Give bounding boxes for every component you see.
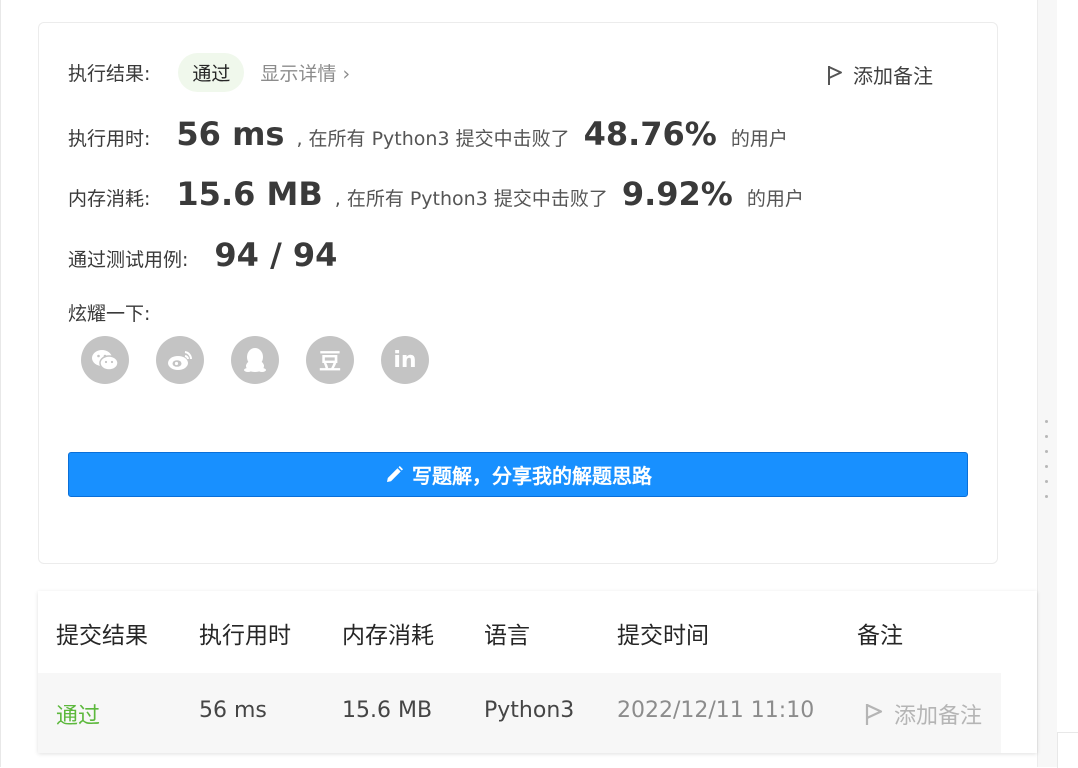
runtime-row: 执行用时: 56 ms , 在所有 Python3 提交中击败了 48.76% … [68, 115, 788, 153]
show-details-link[interactable]: 显示详情 › [260, 59, 350, 86]
testcases-label: 通过测试用例: [68, 249, 189, 271]
runtime-percent: 48.76% [583, 115, 717, 153]
flag-icon [828, 65, 842, 85]
status-badge: 通过 [178, 53, 245, 92]
table-header: 提交结果 执行用时 内存消耗 语言 提交时间 备注 [38, 591, 1037, 673]
row-time: 2022/12/11 11:10 [617, 698, 815, 723]
memory-percent: 9.92% [621, 175, 733, 213]
linkedin-icon[interactable]: in [381, 336, 429, 384]
flag-icon [865, 704, 883, 725]
memory-label: 内存消耗: [68, 188, 151, 210]
row-runtime: 56 ms [199, 698, 267, 723]
memory-value: 15.6 MB [176, 175, 323, 213]
share-label: 炫耀一下: [68, 303, 151, 325]
resize-handle[interactable] [1044, 420, 1050, 506]
chevron-right-icon: › [342, 63, 351, 85]
result-label: 执行结果: [68, 63, 151, 85]
share-buttons: 豆 in [81, 336, 429, 384]
runtime-label: 执行用时: [68, 128, 151, 150]
header-note: 备注 [857, 623, 903, 649]
qq-icon[interactable] [231, 336, 279, 384]
write-solution-label: 写题解，分享我的解题思路 [412, 464, 652, 488]
submission-table: 提交结果 执行用时 内存消耗 语言 提交时间 备注 通过 56 ms 15.6 … [38, 591, 1037, 753]
memory-row: 内存消耗: 15.6 MB , 在所有 Python3 提交中击败了 9.92%… [68, 175, 804, 213]
add-note-label: 添加备注 [853, 64, 933, 88]
linkedin-glyph: in [393, 347, 417, 373]
row-memory: 15.6 MB [342, 698, 433, 723]
testcases-value: 94 / 94 [214, 236, 338, 274]
runtime-beat-text: , 在所有 Python3 提交中击败了 [296, 128, 570, 150]
row-status-link[interactable]: 通过 [56, 698, 100, 730]
runtime-suffix: 的用户 [730, 128, 788, 150]
pencil-icon [387, 465, 403, 482]
memory-beat-text: , 在所有 Python3 提交中击败了 [334, 188, 608, 210]
add-note-button[interactable]: 添加备注 [826, 60, 933, 89]
testcases-row: 通过测试用例: 94 / 94 [68, 236, 337, 274]
write-solution-button[interactable]: 写题解，分享我的解题思路 [68, 452, 968, 497]
share-label-row: 炫耀一下: [68, 299, 150, 326]
douban-glyph: 豆 [318, 350, 341, 375]
header-status: 提交结果 [56, 623, 148, 649]
right-panel-corner [1057, 732, 1078, 768]
result-card: 执行结果: 通过 显示详情 › 添加备注 执行用时: 56 ms , 在所有 P… [38, 22, 998, 564]
wechat-icon[interactable] [81, 336, 129, 384]
memory-suffix: 的用户 [746, 188, 804, 210]
header-time: 提交时间 [617, 623, 709, 649]
table-row[interactable]: 通过 56 ms 15.6 MB Python3 2022/12/11 11:1… [38, 673, 1001, 753]
row-language: Python3 [484, 698, 575, 723]
right-panel-strip [1057, 0, 1078, 767]
result-row: 执行结果: 通过 显示详情 › [68, 53, 350, 92]
header-runtime: 执行用时 [199, 623, 291, 649]
row-add-note-button[interactable]: 添加备注 [864, 698, 982, 730]
header-memory: 内存消耗 [342, 623, 434, 649]
left-edge [0, 0, 1, 767]
weibo-icon[interactable] [156, 336, 204, 384]
header-language: 语言 [484, 623, 530, 649]
show-details-label: 显示详情 [260, 63, 337, 85]
douban-icon[interactable]: 豆 [306, 336, 354, 384]
runtime-value: 56 ms [176, 115, 285, 153]
row-add-note-label: 添加备注 [894, 704, 983, 729]
